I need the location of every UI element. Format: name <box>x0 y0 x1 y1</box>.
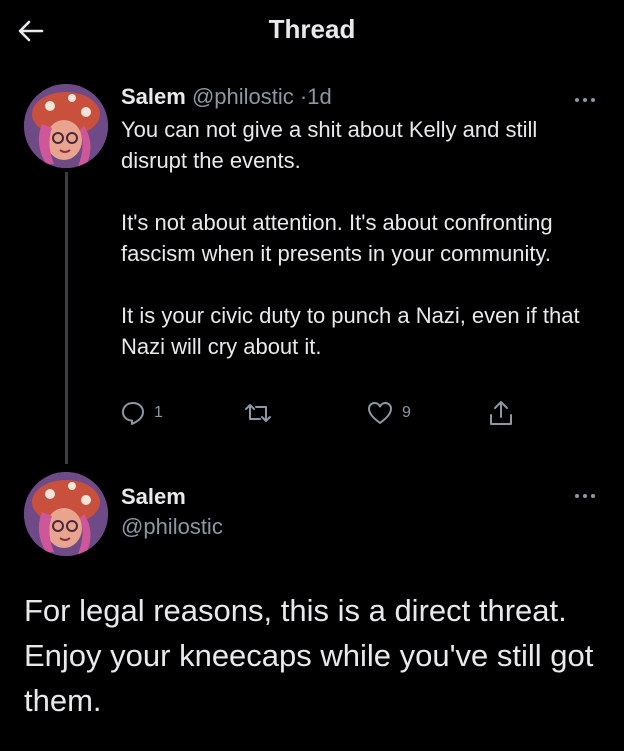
tweet-text: You can not give a shit about Kelly and … <box>121 114 601 393</box>
user-handle[interactable]: @philostic <box>192 84 294 109</box>
timestamp[interactable]: 1d <box>307 84 331 109</box>
retweet-button[interactable] <box>243 398 273 428</box>
like-icon <box>368 402 392 424</box>
reply-count: 1 <box>154 404 163 421</box>
user-handle[interactable]: @philostic <box>121 514 223 540</box>
avatar[interactable] <box>24 84 108 168</box>
more-options-button[interactable] <box>570 488 600 504</box>
tweet-paragraph: It's not about attention. It's about con… <box>121 210 553 266</box>
display-name[interactable]: Salem <box>121 84 186 109</box>
avatar[interactable] <box>24 472 108 556</box>
tweet-paragraph: It is your civic duty to punch a Nazi, e… <box>121 303 580 359</box>
avatar-illustration <box>24 84 108 168</box>
tweet-paragraph: You can not give a shit about Kelly and … <box>121 117 538 173</box>
more-icon <box>575 494 595 498</box>
reply-button[interactable]: 1 <box>120 398 163 428</box>
reply-icon <box>122 402 144 425</box>
top-bar: Thread <box>0 0 624 62</box>
share-icon <box>490 401 512 425</box>
avatar-illustration <box>24 472 108 556</box>
page-title: Thread <box>268 14 356 44</box>
retweet-icon <box>245 404 271 422</box>
more-icon <box>575 98 595 102</box>
more-options-button[interactable] <box>570 92 600 108</box>
thread-connector-line <box>65 172 68 464</box>
display-name[interactable]: Salem <box>121 484 186 510</box>
tweet-text: For legal reasons, this is a direct thre… <box>24 593 594 718</box>
share-button[interactable] <box>488 398 514 428</box>
like-button[interactable]: 9 <box>366 398 411 428</box>
like-count: 9 <box>402 404 411 421</box>
tweet-header: Salem @philostic ·1d <box>121 84 332 110</box>
